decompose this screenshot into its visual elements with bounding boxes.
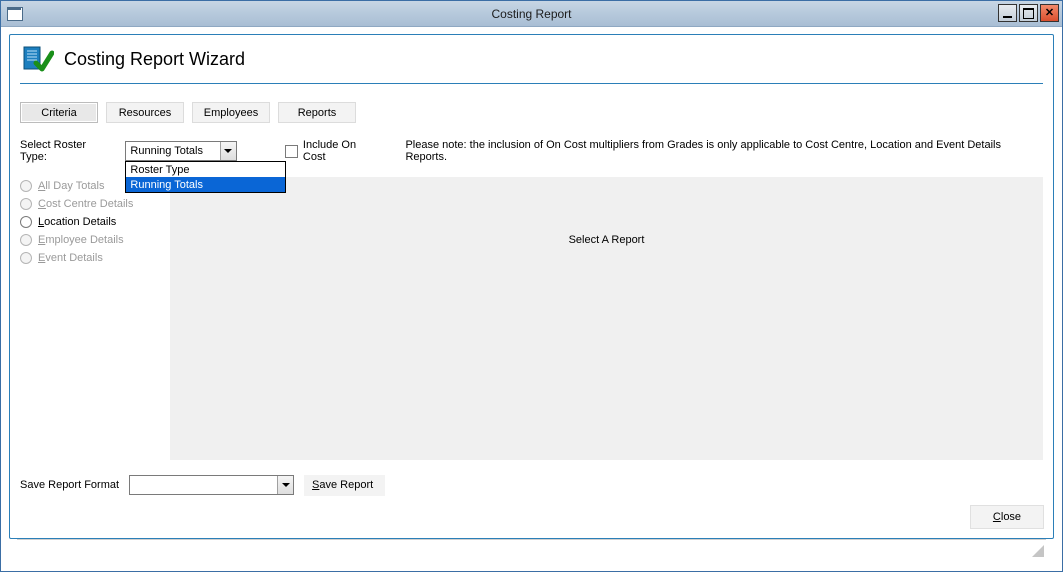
radio-label-all-day: All Day Totals — [38, 180, 104, 192]
roster-type-option-running-totals[interactable]: Running Totals — [126, 177, 285, 192]
roster-type-dropdown: Roster Type Running Totals — [125, 161, 286, 193]
radio-label-location[interactable]: Location Details — [38, 216, 116, 228]
window-controls — [998, 4, 1059, 22]
chevron-down-icon[interactable] — [220, 142, 236, 160]
radio-employee-details: Employee Details — [20, 231, 170, 249]
radio-cost-centre-details: Cost Centre Details — [20, 195, 170, 213]
roster-type-combo[interactable]: Running Totals Roster Type Running Total… — [125, 141, 237, 161]
close-row: Close — [20, 506, 1043, 528]
radio-input-employee — [20, 234, 32, 246]
radio-label-employee: Employee Details — [38, 234, 124, 246]
maximize-button[interactable] — [1019, 4, 1038, 22]
close-window-button[interactable] — [1040, 4, 1059, 22]
save-format-label: Save Report Format — [20, 479, 119, 491]
roster-type-combo-box[interactable]: Running Totals — [125, 141, 237, 161]
report-preview-panel: Select A Report — [170, 177, 1043, 460]
wizard-icon — [22, 43, 54, 75]
radio-location-details[interactable]: Location Details — [20, 213, 170, 231]
radio-input-all-day — [20, 180, 32, 192]
report-placeholder: Select A Report — [569, 234, 645, 246]
minimize-button[interactable] — [998, 4, 1017, 22]
tab-resources[interactable]: Resources — [106, 102, 184, 123]
resize-grip-icon[interactable] — [1031, 544, 1044, 557]
radio-label-cost-centre: Cost Centre Details — [38, 198, 133, 210]
tab-employees[interactable]: Employees — [192, 102, 270, 123]
tab-reports[interactable]: Reports — [278, 102, 356, 123]
radio-input-location[interactable] — [20, 216, 32, 228]
roster-type-label: Select Roster Type: — [20, 139, 115, 163]
roster-type-value: Running Totals — [130, 145, 203, 157]
window-title: Costing Report — [491, 7, 571, 21]
client-area: Costing Report Wizard Criteria Resources… — [1, 27, 1062, 571]
tab-strip: Criteria Resources Employees Reports — [20, 102, 1043, 123]
costing-report-window: Costing Report Costing — [0, 0, 1063, 572]
radio-event-details: Event Details — [20, 249, 170, 267]
body-area: All Day Totals Cost Centre Details Locat… — [20, 177, 1043, 460]
tab-criteria[interactable]: Criteria — [20, 102, 98, 123]
radio-input-event — [20, 252, 32, 264]
save-row: Save Report Format Save Report — [20, 474, 1043, 496]
radio-input-cost-centre — [20, 198, 32, 210]
wizard-header: Costing Report Wizard — [20, 41, 1043, 84]
save-format-combo-box[interactable] — [129, 475, 294, 495]
criteria-row: Select Roster Type: Running Totals Roste… — [20, 139, 1043, 163]
roster-type-option-roster-type[interactable]: Roster Type — [126, 162, 285, 177]
chevron-down-icon[interactable] — [277, 476, 293, 494]
titlebar[interactable]: Costing Report — [1, 1, 1062, 27]
wizard-title: Costing Report Wizard — [64, 49, 245, 70]
save-report-button[interactable]: Save Report — [304, 475, 385, 496]
status-bar — [17, 539, 1046, 559]
on-cost-note: Please note: the inclusion of On Cost mu… — [405, 139, 1043, 163]
wizard-panel: Costing Report Wizard Criteria Resources… — [9, 34, 1054, 539]
include-on-cost-wrap: Include On Cost — [285, 139, 381, 163]
radio-label-event: Event Details — [38, 252, 103, 264]
include-on-cost-checkbox[interactable] — [285, 145, 298, 158]
close-button[interactable]: Close — [971, 506, 1043, 528]
save-format-combo[interactable] — [129, 475, 294, 495]
include-on-cost-label[interactable]: Include On Cost — [303, 139, 382, 163]
report-type-radios: All Day Totals Cost Centre Details Locat… — [20, 177, 170, 460]
window-icon[interactable] — [7, 7, 23, 21]
